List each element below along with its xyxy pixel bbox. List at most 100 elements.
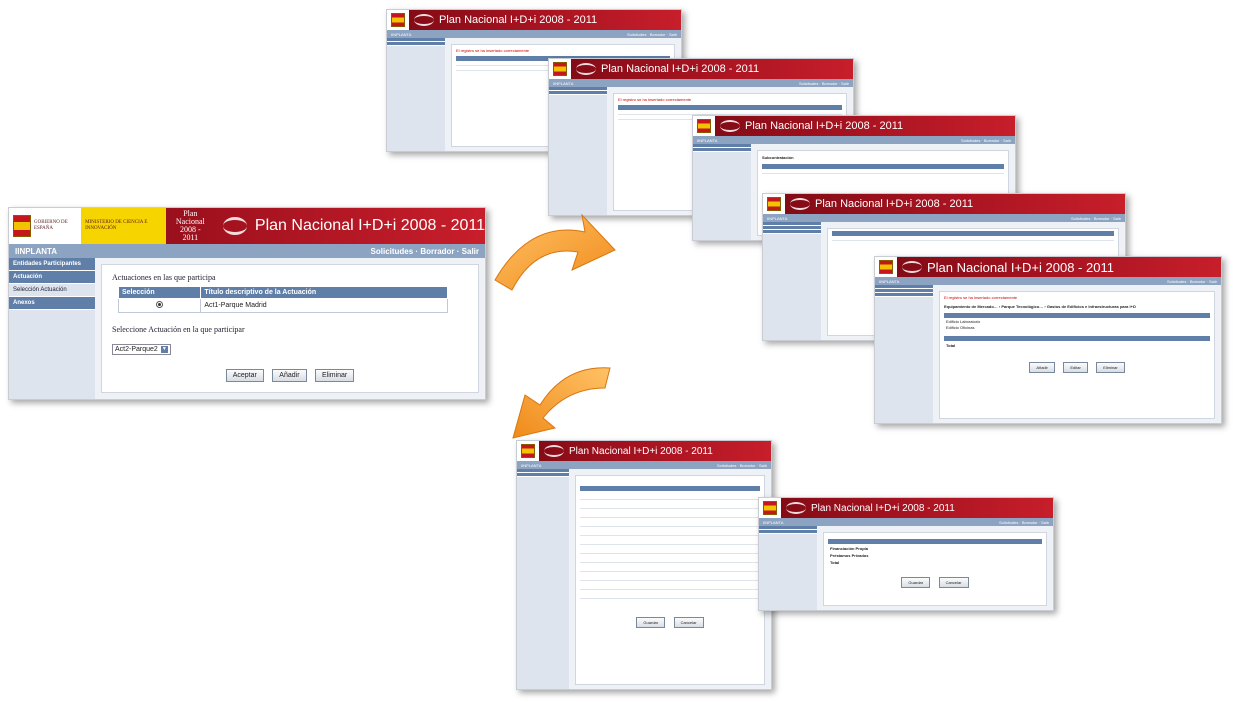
col-header-titulo: Título descriptivo de la Actuación — [200, 286, 448, 299]
thumb-banner: Plan Nacional I+D+i 2008 - 2011 — [387, 10, 681, 30]
plan-tag-bottom: 2008 - 2011 — [179, 225, 201, 242]
thumb-nav-links: Solicitudes · Borrador · Salir — [716, 462, 767, 468]
thumb-side-item — [517, 473, 569, 477]
sidebar-item-seleccion[interactable]: Selección Actuación — [9, 284, 95, 297]
thumb-navbar: IINPLANTA Solicitudes · Borrador · Salir — [387, 30, 681, 38]
thumb-cancel-button: Cancelar — [673, 617, 704, 628]
coat-of-arms-icon — [879, 260, 893, 274]
thumb-sidebar — [549, 87, 607, 215]
table-row[interactable]: Act1-Parque Madrid — [117, 298, 448, 313]
thumb-table-head — [944, 313, 1210, 318]
thumb-app-name: IINPLANTA — [521, 462, 542, 468]
thumb-table-row — [580, 581, 760, 590]
thumb-banner: Plan Nacional I+D+i 2008 - 2011 — [517, 441, 771, 461]
delete-button[interactable]: Eliminar — [314, 369, 355, 382]
thumb-sidebar — [763, 222, 821, 340]
thumb-content: Guardar Cancelar — [517, 469, 771, 689]
thumb-nav-links: Solicitudes · Borrador · Salir — [1166, 278, 1217, 284]
plan-nacional-tag: Plan Nacional 2008 - 2011 — [166, 210, 215, 242]
actuacion-select[interactable]: Act2-Parque2 ▼ — [112, 344, 171, 355]
thumb-banner: Plan Nacional I+D+i 2008 - 2011 — [549, 59, 853, 79]
thumb-banner: Plan Nacional I+D+i 2008 - 2011 — [759, 498, 1053, 518]
thumb-nav-links: Solicitudes · Borrador · Salir — [798, 80, 849, 86]
sidebar-item-anexos[interactable]: Anexos — [9, 297, 95, 310]
accept-button[interactable]: Aceptar — [225, 369, 264, 382]
thumb-total-label: Total — [946, 343, 956, 348]
thumb-cancel-button: Cancelar — [938, 577, 969, 588]
thumb-banner-title: Plan Nacional I+D+i 2008 - 2011 — [439, 14, 598, 26]
wave-logo-icon — [576, 63, 596, 75]
thumb-table-row — [762, 169, 1004, 174]
thumb-content: Financiación Propia Préstamos Privados T… — [759, 526, 1053, 610]
wave-logo-icon — [222, 217, 247, 235]
thumb-table-head — [828, 539, 1042, 544]
thumb-side-item — [693, 148, 751, 152]
thumb-row-label: Préstamos Privados — [830, 553, 869, 558]
coat-of-arms-icon — [767, 197, 781, 211]
select-label: Seleccione Actuación en la que participa… — [112, 325, 245, 334]
coat-of-arms-icon — [391, 13, 405, 27]
thumb-section-title: Subcontratación — [762, 155, 794, 160]
thumb-app-name: IINPLANTA — [553, 80, 574, 86]
app-name: IINPLANTA — [15, 246, 58, 256]
thumb-row-label: Total — [830, 560, 840, 565]
thumb-row-label: Financiación Propia — [830, 546, 869, 551]
thumb-table-row — [580, 572, 760, 581]
government-logo — [763, 194, 785, 214]
thumb-nav-links: Solicitudes · Borrador · Salir — [626, 31, 677, 37]
thumb-table-row — [580, 491, 760, 500]
thumb-banner-title: Plan Nacional I+D+i 2008 - 2011 — [569, 445, 713, 457]
add-button[interactable]: Añadir — [272, 369, 307, 382]
coat-of-arms-icon — [763, 501, 777, 515]
chevron-down-icon: ▼ — [160, 346, 168, 353]
ministry-label: MINISTERIO DE CIENCIA E INNOVACIÓN — [81, 208, 167, 244]
wave-logo-icon — [786, 502, 806, 514]
section-title: Actuaciones en las que participa — [112, 273, 216, 282]
thumb-sidebar — [693, 144, 751, 240]
government-logo: GOBIERNO DE ESPAÑA — [9, 208, 82, 244]
thumb-table-row — [580, 554, 760, 563]
thumb-banner-title: Plan Nacional I+D+i 2008 - 2011 — [927, 259, 1114, 275]
row-radio[interactable] — [156, 301, 164, 308]
thumb-edit-button: Editar — [1063, 362, 1088, 373]
thumb-sidebar — [517, 469, 569, 689]
content-area: Entidades Participantes Actuación Selecc… — [9, 258, 485, 399]
coat-of-arms-icon — [521, 444, 535, 458]
wave-logo-icon — [414, 14, 434, 26]
thumb-row-label: Edificio Oficinas — [946, 325, 975, 330]
thumb-main: Financiación Propia Préstamos Privados T… — [823, 532, 1047, 606]
thumb-app-name: IINPLANTA — [697, 137, 718, 143]
thumb-navbar: IINPLANTA Solicitudes · Borrador · Salir — [517, 461, 771, 469]
thumb-navbar: IINPLANTA Solicitudes · Borrador · Salir — [875, 277, 1221, 285]
thumb-content: El registro se ha insertado correctament… — [875, 285, 1221, 423]
gov-label: GOBIERNO DE ESPAÑA — [33, 220, 68, 231]
thumb-side-item — [387, 42, 445, 46]
thumb-app-name: IINPLANTA — [879, 278, 900, 284]
row-select-cell — [117, 298, 202, 313]
row-title: Act1-Parque Madrid — [200, 298, 448, 313]
thumb-table-row — [832, 236, 1114, 241]
thumb-navbar: IINPLANTA Solicitudes · Borrador · Salir — [763, 214, 1125, 222]
success-message: El registro se ha insertado correctament… — [456, 48, 530, 53]
nav-links[interactable]: Solicitudes · Borrador · Salir — [371, 247, 479, 256]
thumb-save-button: Guardar — [901, 577, 931, 588]
sidebar-item-actuacion[interactable]: Actuación — [9, 271, 95, 284]
thumb-breadcrumb: Equipamiento de Mercado… › Parque Tecnol… — [944, 304, 1136, 309]
thumb-table-row — [580, 518, 760, 527]
thumb-navbar: IINPLANTA Solicitudes · Borrador · Salir — [549, 79, 853, 87]
sidebar-item-entidades[interactable]: Entidades Participantes — [9, 258, 95, 271]
thumb-table-row — [580, 545, 760, 554]
success-message: El registro se ha insertado correctament… — [618, 97, 692, 102]
thumb-table-row — [580, 563, 760, 572]
thumb-sidebar — [759, 526, 817, 610]
government-logo — [387, 10, 409, 30]
coat-of-arms-icon — [13, 215, 31, 237]
thumb-banner-title: Plan Nacional I+D+i 2008 - 2011 — [601, 63, 760, 75]
thumb-table-row — [580, 500, 760, 509]
thumb-banner: Plan Nacional I+D+i 2008 - 2011 — [875, 257, 1221, 277]
thumb-table-row — [580, 527, 760, 536]
thumb-main: El registro se ha insertado correctament… — [939, 291, 1215, 419]
thumb-navbar: IINPLANTA Solicitudes · Borrador · Salir — [759, 518, 1053, 526]
thumb-sidebar — [875, 285, 933, 423]
thumb-table-row — [580, 509, 760, 518]
